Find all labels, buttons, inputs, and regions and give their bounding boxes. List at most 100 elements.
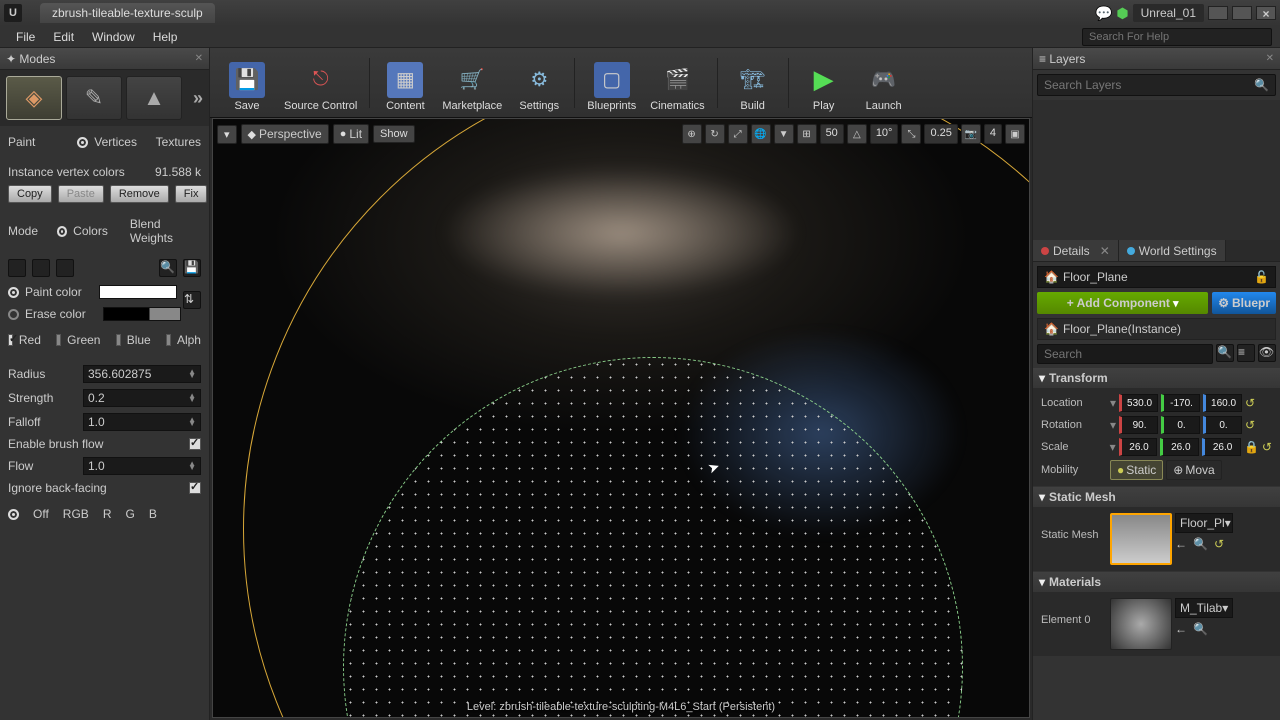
falloff-field[interactable]: 1.0▲▼	[83, 413, 201, 431]
scale-gizmo-icon[interactable]: ⤢	[728, 124, 748, 144]
search-help-input[interactable]	[1082, 28, 1272, 46]
brush-flow-checkbox[interactable]	[189, 438, 201, 450]
layers-list[interactable]	[1033, 100, 1280, 240]
alpha-checkbox[interactable]	[166, 334, 171, 346]
browse-asset-icon[interactable]: 🔍	[1193, 622, 1208, 636]
blueprint-button[interactable]: ⚙Bluepr	[1212, 292, 1276, 314]
lit-button[interactable]: ● Lit	[333, 124, 369, 144]
reset-icon[interactable]: ↺	[1245, 418, 1255, 432]
modes-tab[interactable]: ✦ Modes ✕	[0, 48, 209, 70]
radius-field[interactable]: 356.602875▲▼	[83, 365, 201, 383]
launch-button[interactable]: 🎮Launch	[855, 52, 913, 114]
menu-window[interactable]: Window	[84, 28, 143, 46]
materials-section-header[interactable]: ▾ Materials	[1033, 572, 1280, 592]
reset-asset-icon[interactable]: ↺	[1214, 537, 1224, 551]
perspective-button[interactable]: ◆ Perspective	[241, 124, 329, 144]
viewport-menu-button[interactable]: ▾	[217, 125, 237, 144]
content-button[interactable]: ▦Content	[376, 52, 434, 114]
paint-tab-label[interactable]: Paint	[8, 135, 35, 149]
rotate-gizmo-icon[interactable]: ↻	[705, 124, 725, 144]
minimize-button[interactable]	[1208, 6, 1228, 20]
location-y[interactable]: -170.	[1161, 394, 1200, 412]
build-button[interactable]: 🏗Build	[724, 52, 782, 114]
object-name-field[interactable]: 🏠 Floor_Plane 🔓	[1037, 266, 1276, 288]
fill-icon[interactable]	[8, 259, 26, 277]
erase-color-swatch[interactable]	[103, 307, 181, 321]
textures-label[interactable]: Textures	[156, 135, 201, 149]
backface-checkbox[interactable]	[189, 482, 201, 494]
blueprints-button[interactable]: ▢Blueprints	[581, 52, 642, 114]
cinematics-button[interactable]: 🎬Cinematics	[644, 52, 710, 114]
swap-colors-icon[interactable]: ⇅	[183, 291, 201, 309]
menu-file[interactable]: File	[8, 28, 43, 46]
world-settings-tab[interactable]: World Settings	[1119, 240, 1226, 261]
layers-tab[interactable]: ≡ Layers ✕	[1033, 48, 1280, 70]
paint-mode-button[interactable]: ✎	[66, 76, 122, 120]
scale-y[interactable]: 26.0	[1160, 438, 1199, 456]
blue-checkbox[interactable]	[116, 334, 121, 346]
transform-section-header[interactable]: ▾ Transform	[1033, 368, 1280, 388]
details-search-input[interactable]	[1037, 344, 1213, 364]
maximize-viewport-icon[interactable]: ▣	[1005, 124, 1025, 144]
use-selected-icon[interactable]: ←	[1175, 622, 1187, 636]
menu-help[interactable]: Help	[145, 28, 186, 46]
fix-button[interactable]: Fix	[175, 185, 208, 203]
more-modes-button[interactable]: »	[193, 88, 203, 109]
menu-edit[interactable]: Edit	[45, 28, 82, 46]
close-button[interactable]: ×	[1256, 6, 1276, 20]
copy-button[interactable]: Copy	[8, 185, 52, 203]
colors-radio[interactable]	[57, 226, 67, 237]
mobility-static[interactable]: ●Static	[1110, 460, 1163, 480]
viewport-scene[interactable]: ➤	[213, 119, 1029, 717]
view-b-label[interactable]: B	[149, 507, 157, 521]
play-button[interactable]: ▶Play	[795, 52, 853, 114]
scale-x[interactable]: 26.0	[1119, 438, 1158, 456]
settings-button[interactable]: ⚙Settings	[510, 52, 568, 114]
translate-gizmo-icon[interactable]: ⊕	[682, 124, 702, 144]
paint-color-swatch[interactable]	[99, 285, 177, 299]
marketplace-button[interactable]: 🛒Marketplace	[436, 52, 508, 114]
static-mesh-thumbnail[interactable]	[1110, 513, 1172, 565]
search-layers-input[interactable]: Search Layers🔍	[1037, 74, 1276, 96]
add-component-button[interactable]: + Add Component ▾	[1037, 292, 1208, 314]
view-r-label[interactable]: R	[103, 507, 112, 521]
component-instance[interactable]: 🏠 Floor_Plane(Instance)	[1037, 318, 1276, 340]
viewport[interactable]: ▾ ◆ Perspective ● Lit Show ⊕ ↻ ⤢ 🌐 ▼ ⊞ 5…	[212, 118, 1030, 718]
flow-field[interactable]: 1.0▲▼	[83, 457, 201, 475]
filter-icon[interactable]: ≡	[1237, 344, 1255, 362]
view-rgb-label[interactable]: RGB	[63, 507, 89, 521]
close-icon[interactable]: ✕	[1266, 53, 1274, 64]
location-z[interactable]: 160.0	[1203, 394, 1242, 412]
green-checkbox[interactable]	[56, 334, 61, 346]
use-selected-icon[interactable]: ←	[1175, 537, 1187, 551]
lock-icon[interactable]: 🔓	[1254, 270, 1269, 284]
location-x[interactable]: 530.0	[1119, 394, 1158, 412]
eye-icon[interactable]: 👁	[1258, 344, 1276, 362]
lock-scale-icon[interactable]: 🔒	[1244, 440, 1259, 454]
close-icon[interactable]: ✕	[195, 53, 203, 64]
view-g-label[interactable]: G	[125, 507, 134, 521]
grid-snap-value[interactable]: 50	[820, 124, 844, 144]
material-asset-dropdown[interactable]: M_Tilab▾	[1175, 598, 1233, 618]
reset-icon[interactable]: ↺	[1245, 396, 1255, 410]
static-mesh-section-header[interactable]: ▾ Static Mesh	[1033, 487, 1280, 507]
swap-icon[interactable]	[32, 259, 50, 277]
paste-button[interactable]: Paste	[58, 185, 104, 203]
erase-color-radio[interactable]	[8, 309, 19, 320]
chat-icon[interactable]: 💬	[1095, 5, 1112, 22]
rotation-z[interactable]: 0.	[1203, 416, 1242, 434]
vertices-radio[interactable]	[77, 137, 88, 148]
blend-weights-label[interactable]: Blend Weights	[130, 217, 201, 245]
scale-z[interactable]: 26.0	[1202, 438, 1241, 456]
place-mode-button[interactable]: ◈	[6, 76, 62, 120]
mobility-movable[interactable]: ⊕Mova	[1166, 460, 1221, 480]
source-control-icon[interactable]: ⬢	[1116, 5, 1128, 22]
scale-snap-icon[interactable]: ⤡	[901, 124, 921, 144]
browse-asset-icon[interactable]: 🔍	[1193, 537, 1208, 551]
show-button[interactable]: Show	[373, 125, 415, 143]
camera-speed-value[interactable]: 4	[984, 124, 1002, 144]
view-off-radio[interactable]	[8, 509, 19, 520]
rotation-y[interactable]: 0.	[1161, 416, 1200, 434]
static-mesh-asset-dropdown[interactable]: Floor_Pl▾	[1175, 513, 1233, 533]
grid-snap-icon[interactable]: ⊞	[797, 124, 817, 144]
